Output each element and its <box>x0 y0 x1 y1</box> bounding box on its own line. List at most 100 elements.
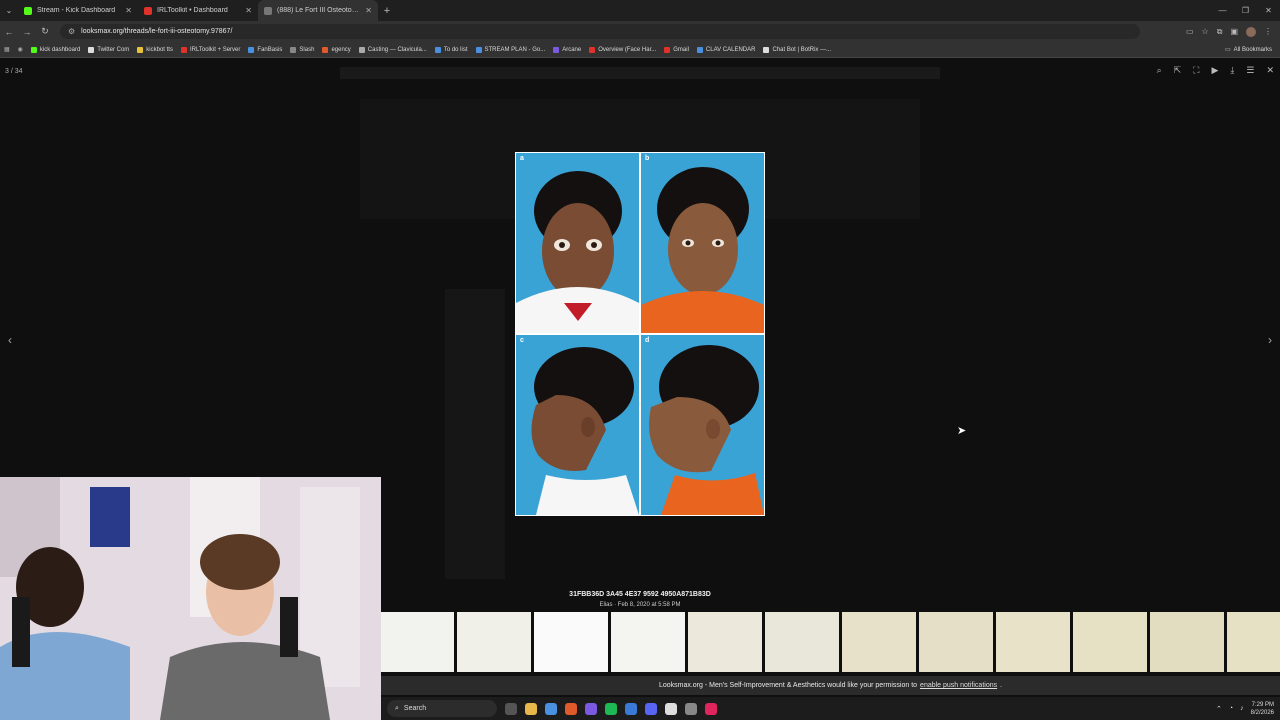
dimmed-page-header <box>340 67 940 79</box>
window-controls: — ❐ ✕ <box>1211 0 1280 21</box>
task-view-icon[interactable] <box>505 702 517 715</box>
bookmark-star-icon[interactable]: ☆ <box>1202 27 1209 36</box>
mouse-cursor-icon: ➤ <box>957 425 967 437</box>
bookmark-favicon-icon <box>553 46 560 53</box>
image-caption-id: 31FBB36D 3A45 4E37 9592 4950A871B83D <box>569 591 711 598</box>
tiktok-icon[interactable] <box>705 702 717 715</box>
bookmark-item[interactable]: egency <box>322 46 351 53</box>
bookmark-item[interactable]: IRLToolkit + Server <box>180 46 240 53</box>
slideshow-play-icon[interactable]: ▶ <box>1211 65 1218 76</box>
thumbnail[interactable] <box>611 612 685 672</box>
all-bookmarks[interactable]: ▭ All Bookmarks <box>1225 46 1272 54</box>
bookmark-item[interactable]: kickbot tts <box>137 46 173 53</box>
bookmark-item[interactable]: To do list <box>434 46 468 53</box>
close-window-icon[interactable]: ✕ <box>1257 0 1280 21</box>
profile-photo <box>649 345 764 515</box>
bookmark-item[interactable]: Arcane <box>553 46 581 53</box>
wifi-icon[interactable]: ◔ <box>1229 705 1233 712</box>
bookmark-favicon-icon <box>30 46 37 53</box>
thumbnail[interactable] <box>1227 612 1280 672</box>
app-icon[interactable] <box>585 702 597 715</box>
bookmark-favicon-icon <box>434 46 441 53</box>
thumbnail[interactable] <box>534 612 608 672</box>
toolbar-actions: ▭ ☆ ⧉ ▣ ⋮ <box>1186 26 1272 37</box>
bookmark-favicon-icon <box>589 46 596 53</box>
bookmark-favicon-icon <box>763 46 770 53</box>
bookmark-item[interactable]: Gmail <box>664 46 689 53</box>
discord-icon[interactable] <box>645 702 657 715</box>
tab-looksmax[interactable]: (888) Le Fort III Osteotomy | Lo... ✕ <box>258 0 378 21</box>
zoom-icon[interactable]: ⌕ <box>1157 65 1162 76</box>
bookmark-item[interactable]: STREAM PLAN - Go... <box>475 46 545 53</box>
extensions-puzzle-icon[interactable]: ▣ <box>1230 27 1238 36</box>
tab-kick[interactable]: Stream - Kick Dashboard ✕ <box>18 0 138 21</box>
front-face-photo <box>516 171 639 333</box>
download-icon[interactable]: ⤓ <box>1230 65 1234 76</box>
thumbnail[interactable] <box>380 612 454 672</box>
volume-icon[interactable]: ♪ <box>1240 705 1244 712</box>
new-tab-icon[interactable]: + <box>378 5 396 17</box>
tab-search-icon[interactable]: ⌄ <box>0 6 18 15</box>
close-icon[interactable]: ✕ <box>1266 65 1274 76</box>
reload-icon[interactable]: ↻ <box>36 26 54 37</box>
chevron-up-icon[interactable]: ⌃ <box>1216 705 1222 713</box>
thumbnail[interactable] <box>919 612 993 672</box>
address-bar[interactable]: ⚙ looksmax.org/threads/le-fort-iii-osteo… <box>60 24 1140 39</box>
bookmark-item[interactable]: Casting — Clavicula... <box>358 46 427 53</box>
thumbnail[interactable] <box>688 612 762 672</box>
tab-irltoolkit[interactable]: IRLToolkit • Dashboard ✕ <box>138 0 258 21</box>
clock[interactable]: 7:29 PM 8/2/2026 <box>1251 701 1274 717</box>
thumbnail[interactable] <box>457 612 531 672</box>
enable-push-link[interactable]: enable push notifications <box>920 682 997 689</box>
cast-icon[interactable]: ▭ <box>1186 27 1194 36</box>
chrome-apps-icon[interactable]: ◉ <box>18 46 23 53</box>
site-info-icon[interactable]: ⚙ <box>68 27 75 36</box>
thumbnail[interactable] <box>1073 612 1147 672</box>
thumbnails-icon[interactable]: ☰ <box>1246 65 1254 76</box>
thumbnail[interactable] <box>842 612 916 672</box>
bookmark-item[interactable]: CLAV CALENDAR <box>696 46 755 53</box>
photo-panel: d <box>641 335 764 515</box>
bookmark-item[interactable]: kick dashboard <box>30 46 80 53</box>
profile-avatar[interactable] <box>1246 26 1256 37</box>
apps-grid-icon[interactable]: ▦ <box>4 46 10 53</box>
thumbnail[interactable] <box>765 612 839 672</box>
bookmark-item[interactable]: FanBasis <box>248 46 282 53</box>
tab-title: (888) Le Fort III Osteotomy | Lo... <box>277 7 361 14</box>
lightbox-toolbar: ⌕ ⇱ ⛶ ▶ ⤓ ☰ ✕ <box>1157 65 1274 76</box>
bookmark-item[interactable]: Chat Bot | BotRix —... <box>763 46 831 53</box>
bookmark-item[interactable]: Slash <box>290 46 314 53</box>
url-text: looksmax.org/threads/le-fort-iii-osteoto… <box>81 28 233 35</box>
bookmark-favicon-icon <box>322 46 329 53</box>
back-icon[interactable]: ← <box>0 27 18 37</box>
close-tab-icon[interactable]: ✕ <box>245 6 252 15</box>
notification-text: Looksmax.org - Men's Self-Improvement & … <box>658 682 918 689</box>
next-arrow-icon[interactable]: › <box>1268 333 1272 347</box>
spotify-icon[interactable] <box>605 702 617 715</box>
taskbar-search[interactable]: ⌕ Search <box>387 700 497 717</box>
bookmark-favicon-icon <box>248 46 255 53</box>
fullscreen-icon[interactable]: ⛶ <box>1193 65 1199 76</box>
menu-kebab-icon[interactable]: ⋮ <box>1264 27 1272 36</box>
app-icon[interactable] <box>565 702 577 715</box>
close-tab-icon[interactable]: ✕ <box>125 6 132 15</box>
restore-icon[interactable]: ❐ <box>1234 0 1257 21</box>
forward-icon[interactable]: → <box>18 27 36 37</box>
bookmark-item[interactable]: Twitter Com <box>88 46 129 53</box>
tab-strip: ⌄ Stream - Kick Dashboard ✕ IRLToolkit •… <box>0 0 1280 21</box>
bookmarks-bar: ▦ ◉ kick dashboard Twitter Com kickbot t… <box>0 42 1280 58</box>
app-icon[interactable] <box>625 702 637 715</box>
extension-icon[interactable]: ⧉ <box>1217 27 1223 37</box>
bookmark-item[interactable]: Overview (Face Har... <box>589 46 656 53</box>
app-icon[interactable] <box>665 702 677 715</box>
thumbnail[interactable] <box>996 612 1070 672</box>
minimize-icon[interactable]: — <box>1211 0 1234 21</box>
chrome-icon[interactable] <box>545 702 557 715</box>
close-tab-icon[interactable]: ✕ <box>365 6 372 15</box>
file-explorer-icon[interactable] <box>525 702 537 715</box>
webcam-overlay <box>0 477 381 720</box>
prev-arrow-icon[interactable]: ‹ <box>8 333 12 347</box>
app-icon[interactable] <box>685 702 697 715</box>
thumbnail[interactable] <box>1150 612 1224 672</box>
open-new-icon[interactable]: ⇱ <box>1174 65 1182 76</box>
